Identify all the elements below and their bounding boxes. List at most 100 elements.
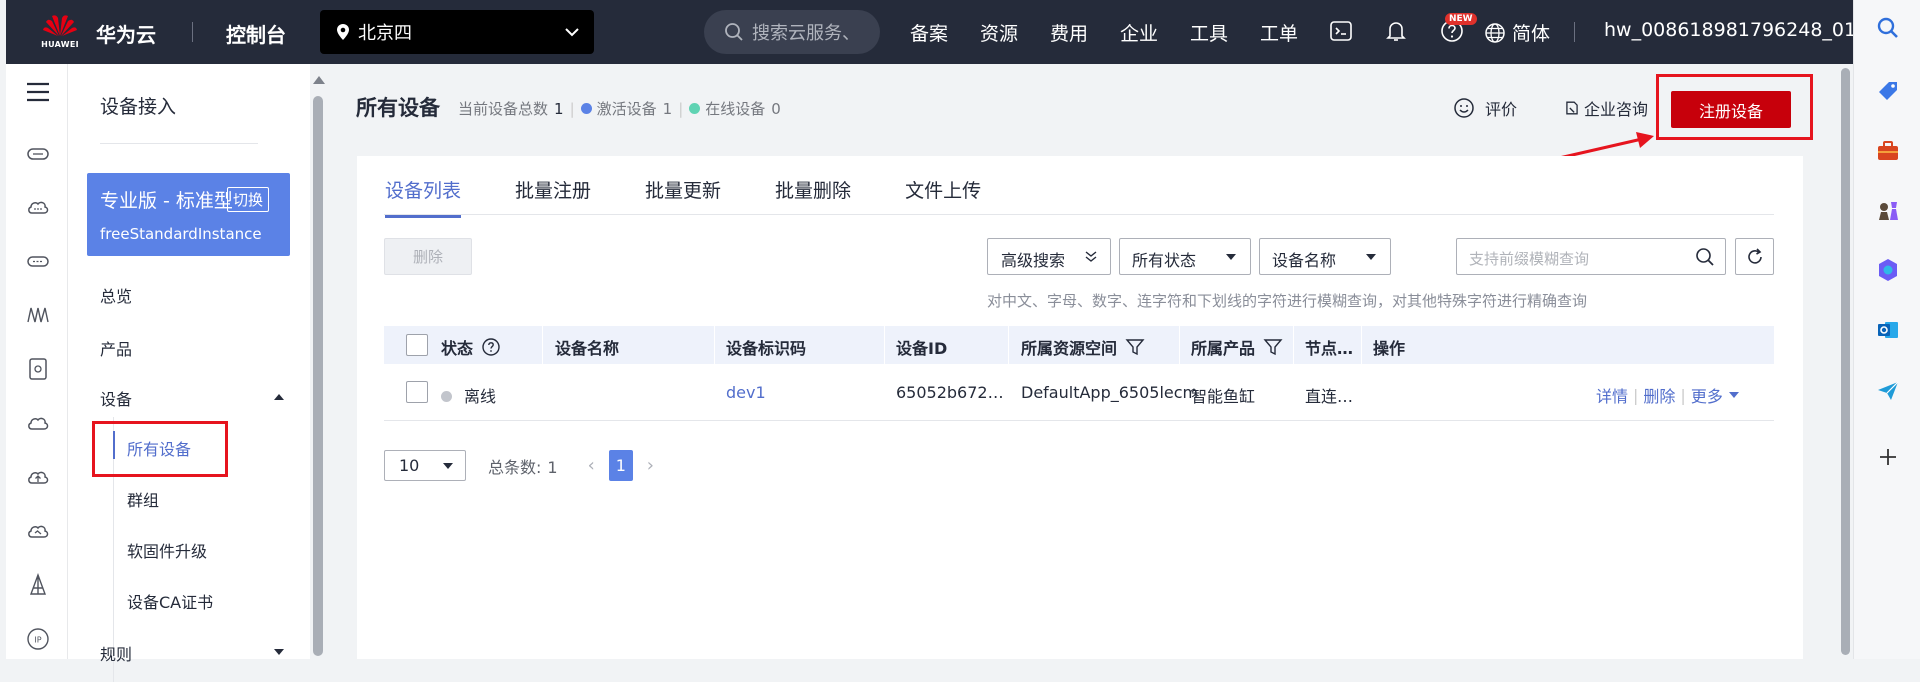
sidebar-item-overview[interactable]: 总览: [100, 283, 132, 307]
sidebar-item-group[interactable]: 群组: [127, 487, 159, 511]
tab-batch-register[interactable]: 批量注册: [515, 176, 591, 218]
nav-resources[interactable]: 资源: [980, 19, 1050, 46]
menu-button[interactable]: [25, 79, 51, 105]
more-caret-icon[interactable]: [1728, 392, 1739, 398]
tab-batch-update[interactable]: 批量更新: [645, 176, 721, 218]
collapse-caret-icon[interactable]: [274, 394, 284, 400]
tab-device-list[interactable]: 设备列表: [385, 176, 462, 218]
rail-service-7[interactable]: [25, 464, 51, 490]
node-id-link[interactable]: dev1: [726, 383, 766, 402]
rate-button[interactable]: 评价: [1453, 96, 1517, 120]
page-number-current[interactable]: 1: [608, 450, 633, 481]
brand-name[interactable]: 华为云: [96, 19, 156, 48]
column-header-status: 状态: [441, 335, 501, 359]
cloud-service-search[interactable]: 搜索云服务、: [704, 10, 880, 54]
filter-icon[interactable]: [1125, 337, 1145, 357]
account-name[interactable]: hw_008618981796248_01: [1604, 19, 1856, 41]
shopping-tag-button[interactable]: [1875, 78, 1901, 104]
new-badge: NEW: [1445, 13, 1477, 25]
nav-tools[interactable]: 工具: [1190, 19, 1260, 46]
page-size-select[interactable]: 10: [384, 450, 466, 481]
sidebar-scrollbar[interactable]: [310, 64, 328, 659]
next-page-icon[interactable]: ›: [647, 455, 654, 476]
rate-label: 评价: [1485, 100, 1518, 119]
top-navigation-bar: HUAWEI 华为云 控制台 北京四 搜索云服务、 备案 资源 费用 企业 工具…: [6, 0, 1856, 64]
online-dot-icon: [689, 103, 701, 114]
sidebar-item-product[interactable]: 产品: [100, 336, 132, 360]
product-cell: 智能鱼缸: [1191, 387, 1256, 406]
rail-service-2[interactable]: [25, 194, 51, 220]
instance-card[interactable]: 专业版 - 标准型 切换 freeStandardInstance: [87, 173, 290, 256]
sidebar-item-firmware-upgrade[interactable]: 软固件升级: [127, 538, 207, 562]
column-header-device-id: 设备ID: [896, 339, 948, 358]
console-link[interactable]: 控制台: [226, 19, 286, 48]
filter-icon[interactable]: [1263, 337, 1283, 357]
rail-service-8[interactable]: [25, 518, 51, 544]
enterprise-consult-button[interactable]: 企业咨询: [1564, 96, 1648, 120]
refresh-icon: [1748, 248, 1762, 264]
outlook-button[interactable]: [1875, 317, 1901, 343]
nav-beian[interactable]: 备案: [910, 19, 980, 46]
expand-caret-icon[interactable]: [274, 649, 284, 655]
delete-button[interactable]: 删除: [384, 238, 472, 275]
storage-icon: [27, 256, 49, 267]
nav-tickets[interactable]: 工单: [1260, 19, 1330, 46]
huawei-logo[interactable]: HUAWEI: [40, 12, 80, 52]
tower-icon: [29, 572, 47, 595]
cloud-shell-button[interactable]: [1328, 18, 1354, 44]
sidebar-item-ca-certificate[interactable]: 设备CA证书: [127, 589, 213, 613]
device-query-input[interactable]: 支持前缀模糊查询: [1456, 238, 1726, 275]
notifications-button[interactable]: [1383, 18, 1409, 44]
prev-page-icon[interactable]: ‹: [588, 455, 595, 476]
offline-dot-icon: [441, 391, 452, 402]
nav-enterprise[interactable]: 企业: [1120, 19, 1190, 46]
row-checkbox[interactable]: [406, 381, 428, 403]
sidebar-item-device[interactable]: 设备: [100, 386, 132, 410]
rail-service-5[interactable]: [25, 356, 51, 382]
rail-service-9[interactable]: [25, 572, 51, 598]
column-header-device-name: 设备名称: [555, 339, 620, 358]
sidebar-item-rules[interactable]: 规则: [100, 641, 132, 665]
ip-icon: IP: [27, 628, 49, 650]
rail-service-3[interactable]: [25, 248, 51, 274]
status-filter-select[interactable]: 所有状态: [1119, 238, 1251, 275]
nav-billing[interactable]: 费用: [1050, 19, 1120, 46]
column-header-actions: 操作: [1373, 339, 1406, 358]
rail-service-1[interactable]: [25, 141, 51, 167]
page-scrollbar[interactable]: [1838, 64, 1853, 659]
cloud-check-icon: [28, 525, 49, 538]
details-link[interactable]: 详情: [1596, 383, 1628, 407]
more-link[interactable]: 更多: [1691, 383, 1723, 407]
rail-service-6[interactable]: [25, 410, 51, 436]
browser-search-button[interactable]: [1875, 15, 1901, 41]
select-all-checkbox[interactable]: [406, 334, 428, 356]
games-button[interactable]: [1875, 198, 1901, 224]
search-field-select[interactable]: 设备名称: [1259, 238, 1391, 275]
tab-batch-delete[interactable]: 批量删除: [775, 176, 851, 218]
refresh-button[interactable]: [1735, 238, 1774, 275]
rail-service-4[interactable]: [25, 302, 51, 328]
chevron-down-icon: [565, 28, 579, 37]
region-selector[interactable]: 北京四: [320, 10, 594, 54]
advanced-search-label: 高级搜索: [1001, 251, 1066, 270]
scroll-up-arrow-icon[interactable]: [313, 76, 325, 84]
advanced-search-button[interactable]: 高级搜索: [987, 238, 1111, 275]
send-button[interactable]: [1875, 378, 1901, 404]
tools-button[interactable]: [1875, 138, 1901, 164]
help-icon[interactable]: [481, 337, 501, 357]
scrollbar-thumb[interactable]: [1841, 68, 1850, 655]
edition-name: 专业版 - 标准型: [100, 190, 233, 212]
scrollbar-thumb[interactable]: [313, 96, 323, 656]
rail-service-10[interactable]: IP: [25, 626, 51, 652]
page-size-value: 10: [399, 456, 420, 475]
switch-instance-button[interactable]: 切换: [227, 187, 270, 212]
search-icon[interactable]: [1695, 247, 1715, 267]
copilot-button[interactable]: [1875, 257, 1901, 283]
tab-file-upload[interactable]: 文件上传: [905, 176, 981, 218]
add-sidebar-app-button[interactable]: [1875, 444, 1901, 470]
divider: [1574, 22, 1575, 42]
delete-link[interactable]: 删除: [1643, 383, 1675, 407]
plus-icon: [1880, 449, 1896, 465]
language-switcher[interactable]: 简体: [1484, 19, 1550, 46]
cloud-upload-icon: [28, 471, 49, 484]
